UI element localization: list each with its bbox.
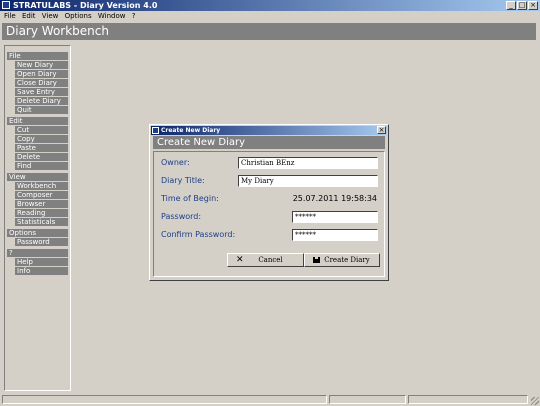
password-field[interactable]: ****** [292,211,378,223]
time-of-begin-value: 25.07.2011 19:58:34 [292,194,377,203]
sidebar: File New Diary Open Diary Close Diary Sa… [4,45,71,391]
sidebar-item-save-entry[interactable]: Save Entry [15,88,68,96]
dialog-banner: Create New Diary [153,136,385,149]
sidebar-item-statisticals[interactable]: Statisticals [15,218,68,226]
app-icon [2,1,10,9]
dialog-close-button[interactable]: × [377,126,386,134]
sidebar-item-paste[interactable]: Paste [15,144,68,152]
sidebar-item-browser[interactable]: Browser [15,200,68,208]
status-segment-2 [329,395,406,404]
minimize-button[interactable]: _ [506,1,516,10]
status-segment-main [2,395,327,404]
confirm-password-label: Confirm Password: [161,230,236,239]
sidebar-item-workbench[interactable]: Workbench [15,182,68,190]
sidebar-item-delete[interactable]: Delete [15,153,68,161]
sidebar-item-composer[interactable]: Composer [15,191,68,199]
dialog-titlebar[interactable]: Create New Diary × [151,126,387,135]
sidebar-item-info[interactable]: Info [15,267,68,275]
workbench-title: Diary Workbench [2,23,536,40]
status-segment-3 [408,395,528,404]
close-button[interactable]: × [528,1,538,10]
sidebar-item-close-diary[interactable]: Close Diary [15,79,68,87]
sidebar-item-open-diary[interactable]: Open Diary [15,70,68,78]
create-diary-dialog: Create New Diary × Create New Diary Owne… [149,124,389,281]
confirm-password-field[interactable]: ****** [292,229,378,241]
sidebar-item-find[interactable]: Find [15,162,68,170]
dialog-form: Owner: Christian BEnz Diary Title: My Di… [153,151,385,277]
statusbar [0,394,540,406]
sidebar-item-password[interactable]: Password [15,238,68,246]
cancel-button-label: Cancel [258,256,283,264]
sidebar-item-new-diary[interactable]: New Diary [15,61,68,69]
sidebar-header-options: Options [7,229,68,237]
menu-file[interactable]: File [4,12,16,20]
menu-view[interactable]: View [42,12,59,20]
window-title: STRATULABS - Diary Version 4.0 [13,1,158,10]
dialog-app-icon [152,127,159,134]
sidebar-header-file: File [7,52,68,60]
menu-window[interactable]: Window [98,12,126,20]
window-titlebar[interactable]: STRATULABS - Diary Version 4.0 _ □ × [0,0,540,11]
diary-title-field[interactable]: My Diary [238,175,378,187]
menu-edit[interactable]: Edit [22,12,36,20]
sidebar-item-help[interactable]: Help [15,258,68,266]
create-diary-button[interactable]: Create Diary [304,253,380,267]
menu-help[interactable]: ? [132,12,136,20]
sidebar-item-quit[interactable]: Quit [15,106,68,114]
maximize-button[interactable]: □ [517,1,527,10]
sidebar-item-delete-diary[interactable]: Delete Diary [15,97,68,105]
resize-grip-icon[interactable] [531,397,539,405]
menu-options[interactable]: Options [65,12,92,20]
sidebar-header-edit: Edit [7,117,68,125]
owner-field[interactable]: Christian BEnz [238,157,378,169]
dialog-title: Create New Diary [161,127,221,134]
time-of-begin-label: Time of Begin: [161,194,219,203]
password-label: Password: [161,212,202,221]
diary-title-label: Diary Title: [161,176,205,185]
sidebar-item-copy[interactable]: Copy [15,135,68,143]
sidebar-header-help: ? [7,249,68,257]
sidebar-item-cut[interactable]: Cut [15,126,68,134]
sidebar-header-view: View [7,173,68,181]
sidebar-item-reading[interactable]: Reading [15,209,68,217]
menubar: File Edit View Options Window ? [0,11,540,21]
cancel-button[interactable]: ✕ Cancel [227,253,304,267]
create-diary-button-label: Create Diary [324,256,370,264]
owner-label: Owner: [161,158,190,167]
